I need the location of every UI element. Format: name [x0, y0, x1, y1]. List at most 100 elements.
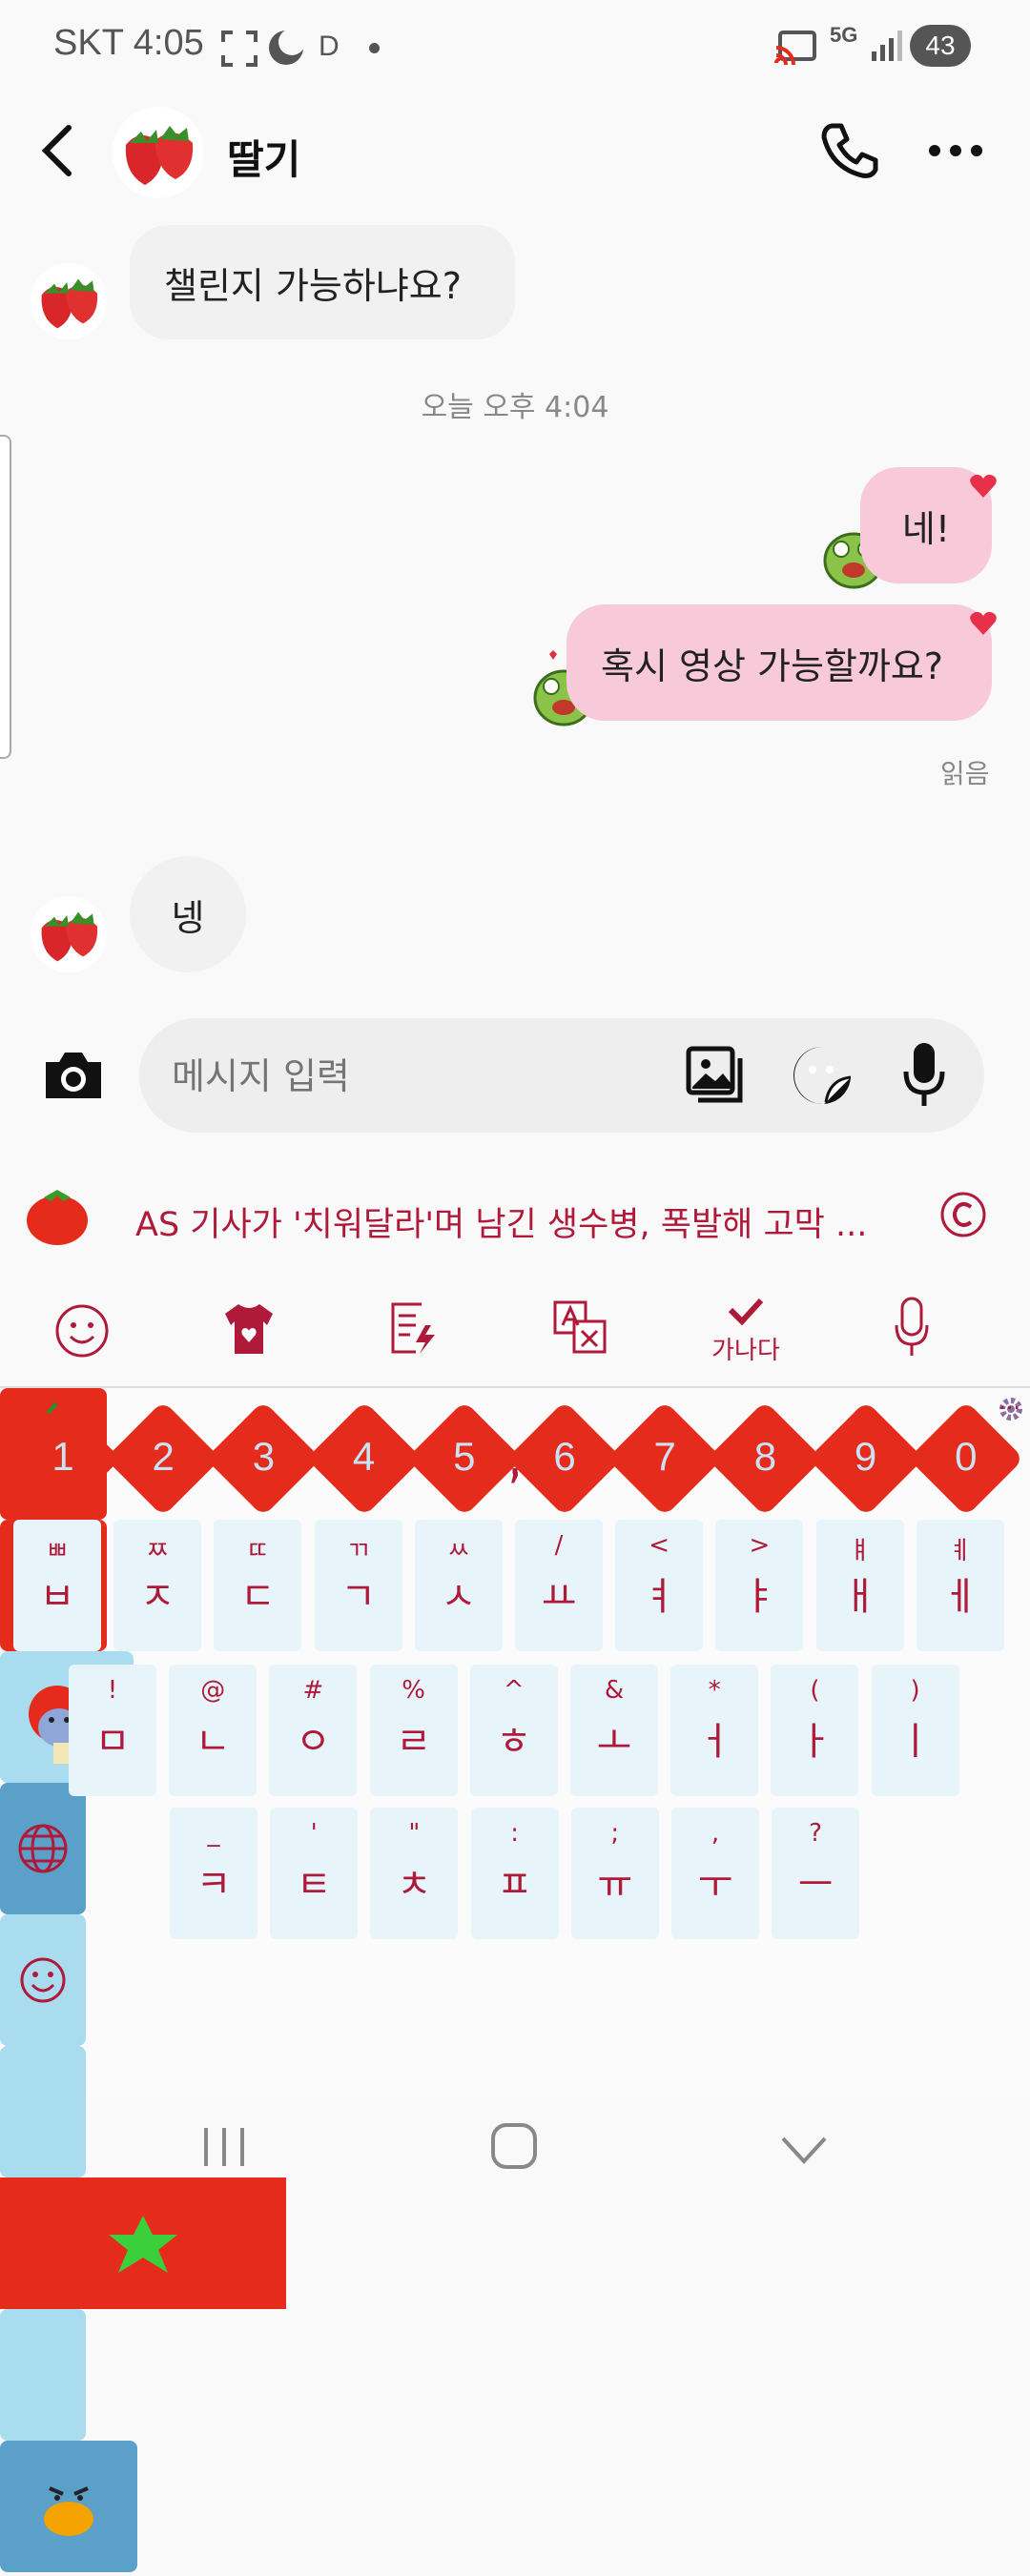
gallery-icon[interactable] — [685, 1045, 746, 1106]
letter-key[interactable]: ㄲㄱ — [314, 1520, 402, 1651]
strawberry-icon — [125, 126, 194, 185]
key-label: ㄴ — [195, 1720, 231, 1764]
letter-key[interactable]: % ㄹ — [369, 1665, 458, 1796]
space-key[interactable] — [0, 2177, 286, 2309]
heart-reaction-icon[interactable] — [969, 610, 998, 637]
key-label: ㅓ — [696, 1720, 732, 1764]
text-edit-icon[interactable] — [387, 1300, 439, 1356]
checkmark-icon — [728, 1298, 764, 1325]
home-icon[interactable] — [490, 2122, 538, 2170]
key-label: ㅂ — [39, 1575, 75, 1619]
key-label: ㅡ — [797, 1863, 834, 1907]
letter-key[interactable]: @ ㄴ — [169, 1665, 258, 1796]
key-label: ㅏ — [796, 1720, 833, 1764]
key-label: ㅋ — [196, 1863, 232, 1907]
letter-key[interactable]: & ㅗ — [570, 1665, 658, 1796]
sticker-icon[interactable] — [792, 1045, 853, 1106]
letter-key[interactable]: _ ㅋ — [170, 1808, 258, 1939]
globe-icon — [18, 1824, 68, 1873]
key-label: ㅍ — [497, 1863, 532, 1907]
news-banner[interactable]: AS 기사가 '치워달라'며 남긴 생수병, 폭발해 고막 ... — [0, 1169, 1030, 1264]
camera-button[interactable] — [42, 1049, 105, 1102]
keyboard: 1 2 3 4 5 6 7 8 9 0 ㅃㅂㅉㅈㄸㄷㄲㄱㅆㅅ / ㅛ < ㅕ > ㅑㅒㅐㅖㅔ! ㅁ @ ㄴ # ㅇ% ㄹ ^ ㅎ… — [0, 1388, 1030, 2572]
translate-icon[interactable] — [553, 1300, 608, 1356]
message-text: 넹 — [171, 896, 205, 939]
recent-apps-icon[interactable] — [200, 2126, 248, 2168]
letter-key[interactable]: / ㅛ — [515, 1520, 603, 1651]
letter-key[interactable]: ㄸㄷ — [214, 1520, 302, 1651]
letter-key[interactable]: ; ㅠ — [570, 1808, 659, 1939]
sender-avatar[interactable] — [31, 263, 107, 339]
period-key[interactable]: .... — [0, 1388, 1020, 2441]
emoji-key[interactable]: ... — [0, 1388, 1020, 2046]
carrier-time: SKT 4:05 — [53, 23, 204, 63]
spell-check-button[interactable]: 가나다 — [708, 1297, 784, 1369]
letter-key[interactable]: ,ㅜ — [671, 1808, 759, 1939]
message-input[interactable] — [170, 1045, 670, 1108]
key-secondary-label: * — [708, 1676, 721, 1705]
letter-key[interactable]: * ㅓ — [670, 1665, 759, 1796]
key-secondary-label: ㅆ — [446, 1537, 470, 1565]
network-type: 5G — [830, 23, 858, 47]
letter-key[interactable]: ㅖㅔ — [916, 1520, 1004, 1651]
contact-avatar[interactable] — [113, 107, 204, 198]
copyright-icon[interactable] — [938, 1190, 988, 1239]
d-indicator: D — [319, 31, 340, 62]
notification-dot — [369, 43, 380, 53]
mic-icon[interactable] — [902, 1041, 946, 1110]
letter-key[interactable]: ! ㅁ — [69, 1665, 156, 1796]
letter-key[interactable]: ㅒㅐ — [815, 1520, 904, 1651]
key-secondary-label: ... — [999, 1388, 1020, 1415]
incoming-message[interactable]: 넹 — [130, 856, 246, 972]
sender-avatar[interactable] — [31, 896, 107, 972]
key-label: ㅌ — [296, 1863, 332, 1907]
letter-key[interactable]: :ㅍ — [470, 1808, 559, 1939]
language-key[interactable] — [0, 1783, 86, 1914]
heart-reaction-icon[interactable] — [969, 473, 998, 500]
incoming-message[interactable]: 챌린지 가능하냐요? — [130, 225, 515, 339]
theme-shirt-icon[interactable] — [221, 1300, 277, 1358]
enter-key[interactable] — [0, 2441, 137, 2572]
voice-input-icon[interactable] — [893, 1297, 931, 1360]
phone-icon[interactable] — [818, 120, 879, 181]
comma-key[interactable]: ..., — [0, 1388, 1020, 2177]
key-label: ㅑ — [741, 1575, 777, 1619]
contact-name[interactable]: 딸기 — [227, 128, 300, 186]
letter-key[interactable]: " ㅊ — [370, 1808, 459, 1939]
key-label: ㄷ — [239, 1575, 276, 1619]
smiley-icon — [20, 1957, 66, 2003]
letter-key[interactable]: ) ㅣ — [871, 1665, 959, 1796]
key-secondary-label: ㄲ — [346, 1537, 370, 1565]
key-secondary-label: ; — [610, 1819, 620, 1848]
key-label: ㅣ — [897, 1720, 933, 1764]
key-label: ㅐ — [842, 1575, 877, 1619]
letter-key[interactable]: > ㅑ — [715, 1520, 804, 1651]
key-label: ㅠ — [597, 1863, 633, 1907]
scroll-handle[interactable] — [0, 435, 11, 759]
letter-key[interactable]: ㅉㅈ — [113, 1520, 202, 1651]
letter-key[interactable]: ^ ㅎ — [469, 1665, 558, 1796]
key-label: ㄱ — [340, 1575, 376, 1619]
letter-key[interactable]: (ㅏ — [771, 1665, 859, 1796]
angry-bird-icon — [34, 2467, 103, 2536]
letter-key[interactable]: ? ㅡ — [772, 1808, 860, 1939]
emoji-icon[interactable] — [53, 1302, 111, 1360]
letter-key[interactable]: ' ㅌ — [270, 1808, 359, 1939]
letter-key[interactable]: ㅃㅂ — [13, 1520, 101, 1651]
news-headline[interactable]: AS 기사가 '치워달라'며 남긴 생수병, 폭발해 고막 ... — [135, 1197, 867, 1246]
letter-key[interactable]: ㅆㅅ — [414, 1520, 503, 1651]
key-label: ㅔ — [942, 1575, 978, 1619]
key-secondary-label: _ — [207, 1819, 220, 1848]
back-nav-icon[interactable] — [780, 2136, 828, 2164]
key-label: ㅕ — [641, 1575, 677, 1619]
status-bar: SKT 4:05 D 5G 43 — [0, 0, 1030, 95]
letter-key[interactable]: < ㅕ — [615, 1520, 704, 1651]
key-secondary-label: ㄸ — [246, 1537, 270, 1565]
letter-key[interactable]: # ㅇ — [269, 1665, 358, 1796]
key-secondary-label: : — [510, 1819, 519, 1848]
outgoing-message[interactable]: 혹시 영상 가능할까요? — [566, 604, 992, 721]
more-dots-icon[interactable] — [927, 143, 984, 158]
message-text: 혹시 영상 가능할까요? — [601, 644, 943, 687]
back-icon[interactable] — [38, 124, 76, 177]
strawberry-icon — [41, 278, 98, 329]
